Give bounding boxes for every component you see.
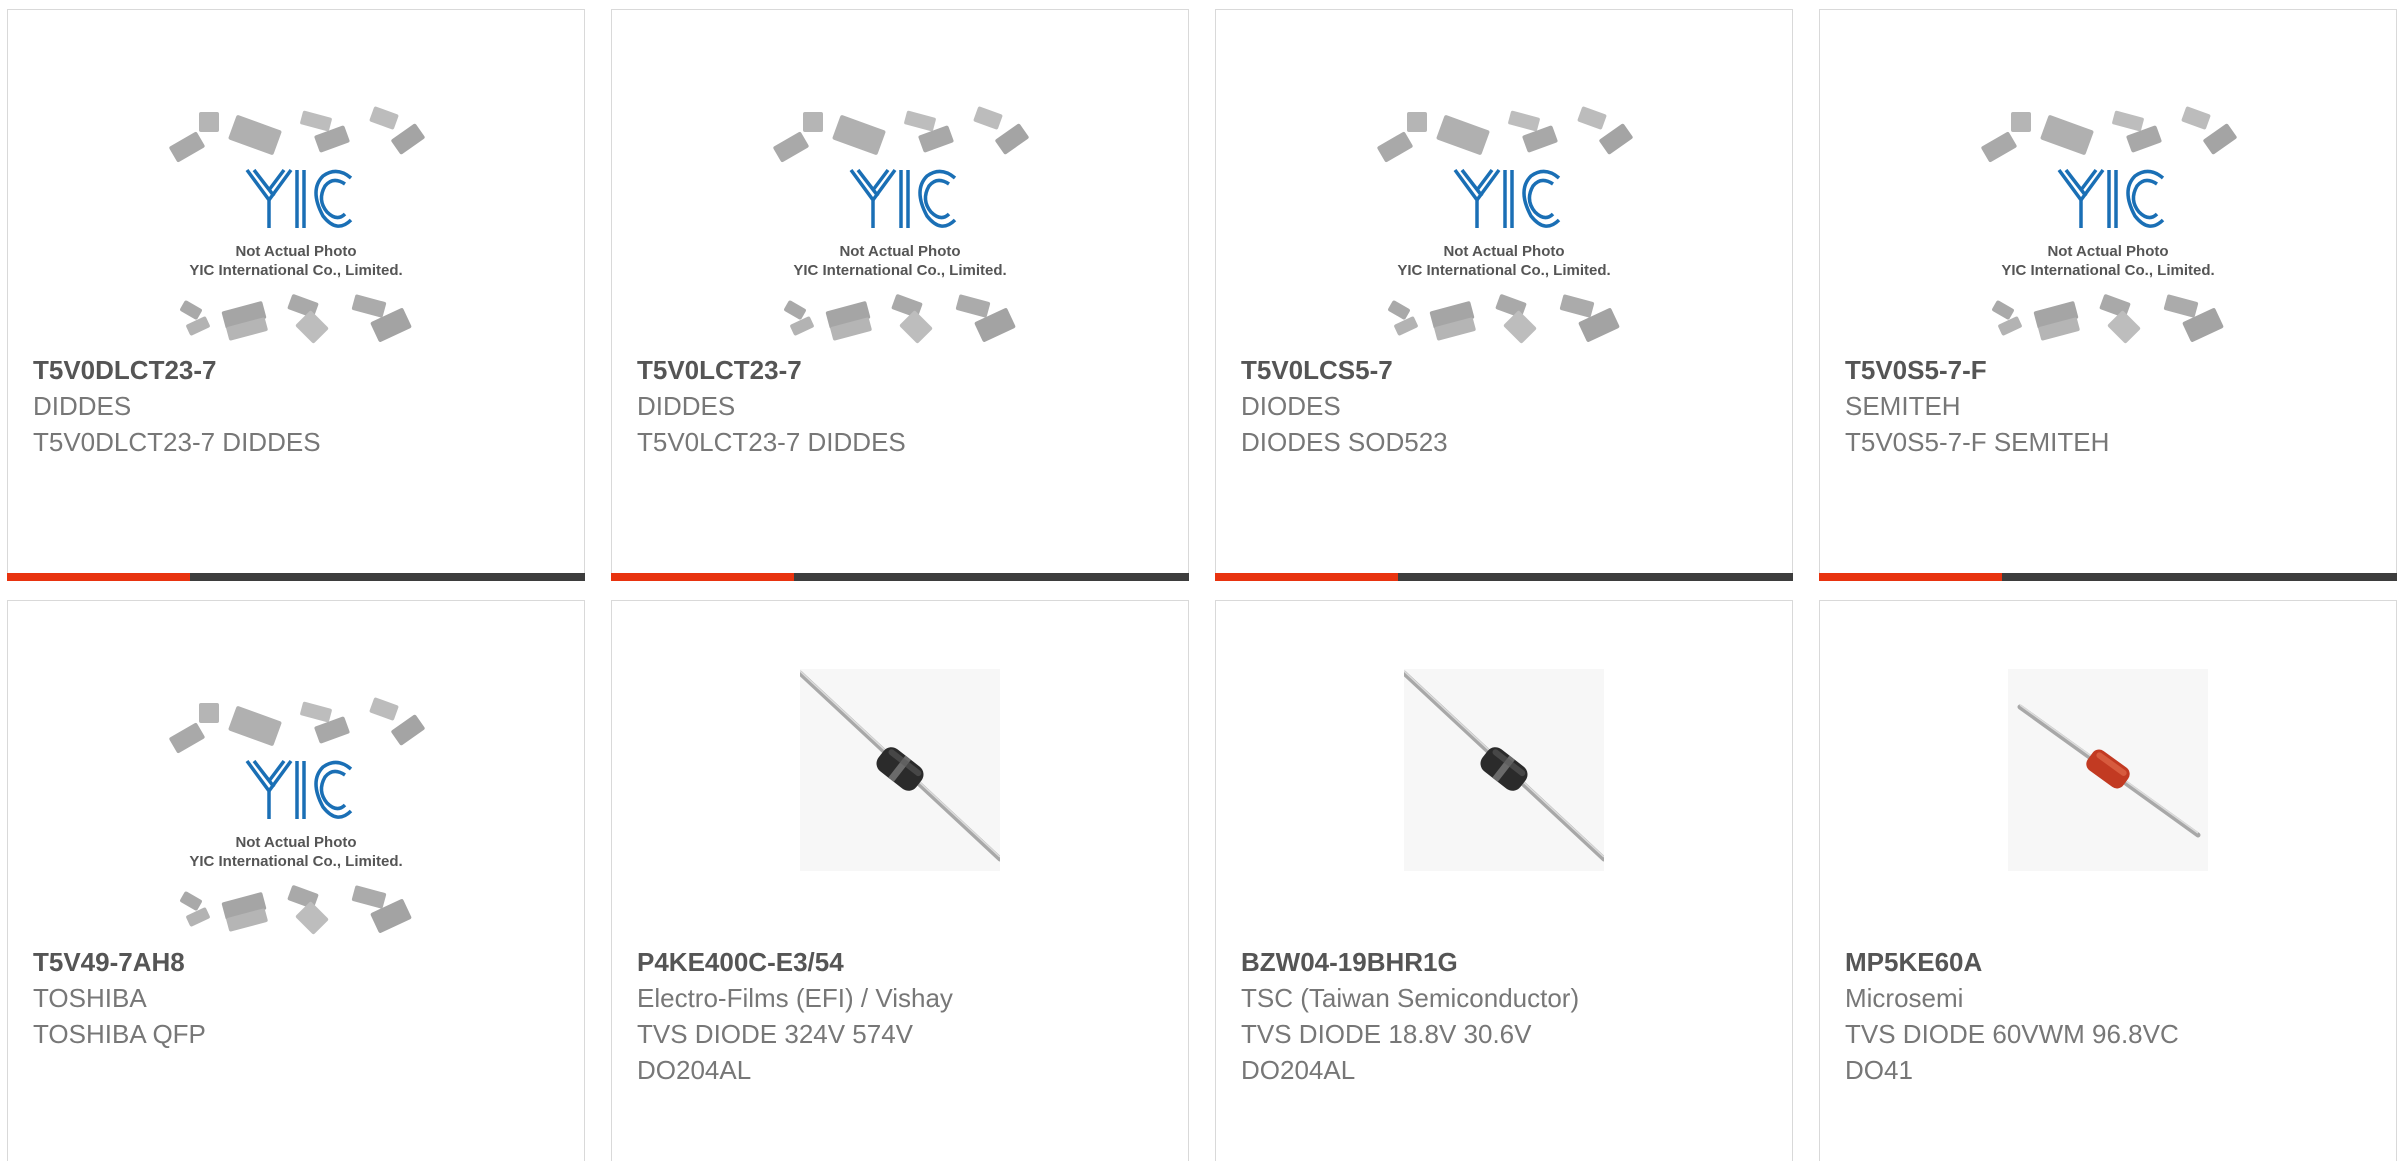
product-info: BZW04-19BHR1G TSC (Taiwan Semiconductor)… — [1241, 944, 1772, 1088]
part-number[interactable]: T5V0DLCT23-7 — [33, 352, 564, 388]
description-line: TOSHIBA QFP — [33, 1019, 206, 1049]
description-line: TVS DIODE 60VWM 96.8VC — [1845, 1019, 2179, 1049]
part-number[interactable]: BZW04-19BHR1G — [1241, 944, 1772, 980]
card-accent-bar — [611, 573, 794, 581]
description-line: T5V0LCT23-7 DIDDES — [637, 427, 906, 457]
placeholder-caption-line1: Not Actual Photo — [2047, 243, 2168, 260]
placeholder-caption-line2: YIC International Co., Limited. — [1397, 262, 1610, 279]
card-bottom-bar — [1215, 573, 1793, 581]
placeholder-image: Not Actual Photo YIC International Co., … — [1369, 100, 1639, 350]
card-accent-bar — [1819, 573, 2002, 581]
description-line: T5V0S5-7-F SEMITEH — [1845, 427, 2110, 457]
placeholder-caption-line2: YIC International Co., Limited. — [189, 853, 402, 870]
placeholder-caption-line2: YIC International Co., Limited. — [793, 262, 1006, 279]
manufacturer: Electro-Films (EFI) / Vishay — [637, 983, 953, 1013]
part-number[interactable]: T5V0LCT23-7 — [637, 352, 1168, 388]
description-line: DO204AL — [637, 1055, 752, 1085]
description-line: DO204AL — [1241, 1055, 1356, 1085]
part-number[interactable]: T5V49-7AH8 — [33, 944, 564, 980]
product-info: T5V0LCT23-7 DIDDES T5V0LCT23-7 DIDDES — [637, 352, 1168, 460]
placeholder-caption-line1: Not Actual Photo — [235, 834, 356, 851]
product-info: MP5KE60A Microsemi TVS DIODE 60VWM 96.8V… — [1845, 944, 2376, 1088]
placeholder-image: Not Actual Photo YIC International Co., … — [161, 691, 431, 941]
product-card[interactable]: Not Actual Photo YIC International Co., … — [7, 600, 585, 1161]
part-number[interactable]: T5V0S5-7-F — [1845, 352, 2376, 388]
placeholder-caption-line1: Not Actual Photo — [235, 243, 356, 260]
product-info: T5V0DLCT23-7 DIDDES T5V0DLCT23-7 DIDDES — [33, 352, 564, 460]
part-number[interactable]: MP5KE60A — [1845, 944, 2376, 980]
placeholder-caption-line1: Not Actual Photo — [839, 243, 960, 260]
manufacturer: DIODES — [1241, 391, 1341, 421]
product-card[interactable]: MP5KE60A Microsemi TVS DIODE 60VWM 96.8V… — [1819, 600, 2397, 1161]
placeholder-image: Not Actual Photo YIC International Co., … — [1973, 100, 2243, 350]
manufacturer: TOSHIBA — [33, 983, 147, 1013]
product-card[interactable]: P4KE400C-E3/54 Electro-Films (EFI) / Vis… — [611, 600, 1189, 1161]
product-info: T5V0S5-7-F SEMITEH T5V0S5-7-F SEMITEH — [1845, 352, 2376, 460]
product-card[interactable]: BZW04-19BHR1G TSC (Taiwan Semiconductor)… — [1215, 600, 1793, 1161]
product-card[interactable]: Not Actual Photo YIC International Co., … — [1819, 9, 2397, 581]
manufacturer: DIDDES — [33, 391, 132, 421]
diode-photo — [1404, 669, 1604, 871]
manufacturer: TSC (Taiwan Semiconductor) — [1241, 983, 1580, 1013]
product-info: T5V49-7AH8 TOSHIBA TOSHIBA QFP — [33, 944, 564, 1052]
description-line: DIODES SOD523 — [1241, 427, 1448, 457]
manufacturer: DIDDES — [637, 391, 736, 421]
part-number[interactable]: T5V0LCS5-7 — [1241, 352, 1772, 388]
manufacturer: SEMITEH — [1845, 391, 1961, 421]
card-bottom-bar — [1819, 573, 2397, 581]
description-line: T5V0DLCT23-7 DIDDES — [33, 427, 321, 457]
card-bottom-bar — [7, 573, 585, 581]
diode-photo — [800, 669, 1000, 871]
placeholder-caption-line1: Not Actual Photo — [1443, 243, 1564, 260]
placeholder-image: Not Actual Photo YIC International Co., … — [161, 100, 431, 350]
product-card[interactable]: Not Actual Photo YIC International Co., … — [7, 9, 585, 581]
placeholder-image: Not Actual Photo YIC International Co., … — [765, 100, 1035, 350]
part-number[interactable]: P4KE400C-E3/54 — [637, 944, 1168, 980]
description-line: TVS DIODE 324V 574V — [637, 1019, 914, 1049]
placeholder-caption-line2: YIC International Co., Limited. — [189, 262, 402, 279]
diode-photo — [2008, 669, 2208, 871]
manufacturer: Microsemi — [1845, 983, 1964, 1013]
card-accent-bar — [1215, 573, 1398, 581]
product-grid: Not Actual Photo YIC International Co., … — [0, 0, 2400, 1161]
card-accent-bar — [7, 573, 190, 581]
product-card[interactable]: Not Actual Photo YIC International Co., … — [611, 9, 1189, 581]
description-line: DO41 — [1845, 1055, 1913, 1085]
placeholder-caption-line2: YIC International Co., Limited. — [2001, 262, 2214, 279]
description-line: TVS DIODE 18.8V 30.6V — [1241, 1019, 1532, 1049]
product-info: P4KE400C-E3/54 Electro-Films (EFI) / Vis… — [637, 944, 1168, 1088]
product-info: T5V0LCS5-7 DIODES DIODES SOD523 — [1241, 352, 1772, 460]
card-bottom-bar — [611, 573, 1189, 581]
product-card[interactable]: Not Actual Photo YIC International Co., … — [1215, 9, 1793, 581]
